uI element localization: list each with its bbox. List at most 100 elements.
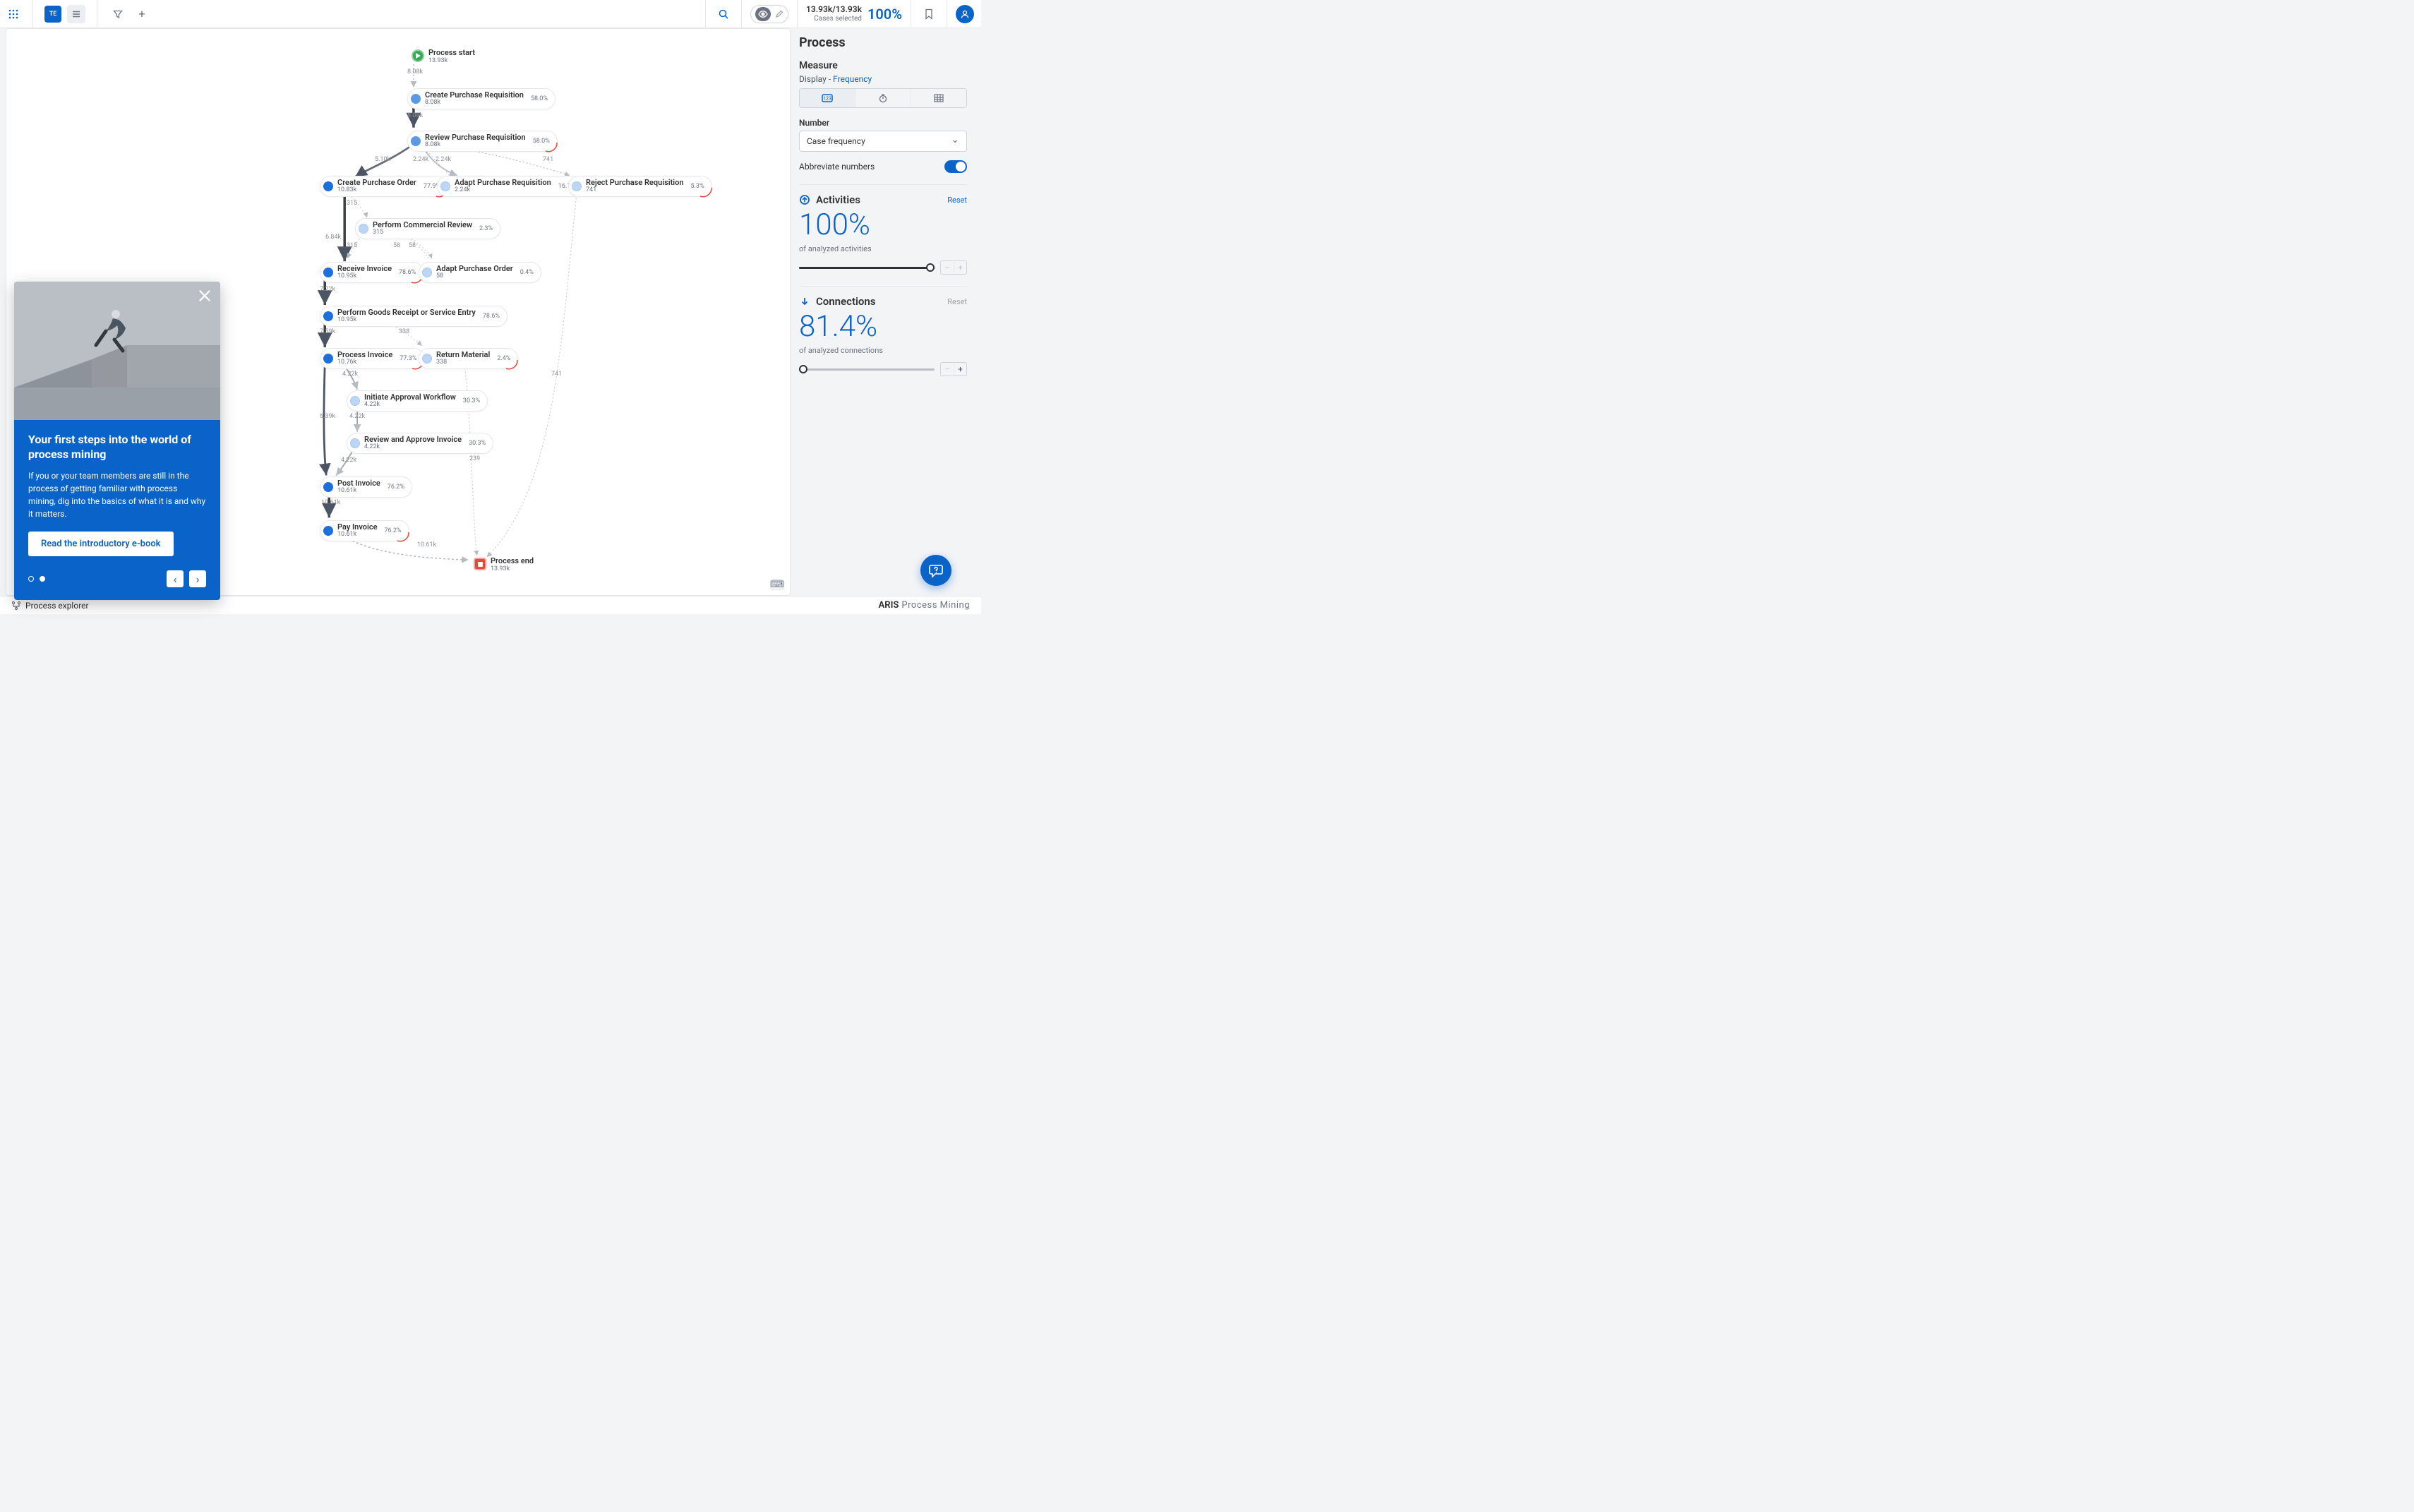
edge-label: 4.22k — [349, 413, 365, 420]
refresh-icon[interactable] — [714, 5, 733, 23]
edge-label: 5.10k — [375, 156, 390, 163]
node-dot-icon — [323, 482, 333, 492]
node-review-purchase-requisition[interactable]: Review Purchase Requisition8.08k 58.0% — [407, 131, 558, 152]
filter-icon[interactable] — [109, 5, 127, 23]
process-start-label: Process start13.93k — [428, 48, 475, 64]
edge-label: 7.22k — [320, 286, 335, 293]
pencil-icon — [775, 10, 783, 18]
connections-title: Connections — [816, 295, 875, 308]
activities-slider[interactable] — [799, 263, 935, 272]
node-process-invoice[interactable]: Process Invoice10.76k 77.3% — [320, 348, 424, 369]
edge-label: 741 — [543, 156, 553, 163]
activities-value: 100% — [799, 210, 967, 240]
abbreviate-toggle[interactable] — [944, 160, 967, 173]
node-dot-icon — [323, 311, 333, 321]
zoom-value[interactable]: 100% — [867, 6, 902, 23]
brand-label: ARISProcess Mining — [879, 600, 970, 611]
promo-cta-button[interactable]: Read the introductory e-book — [28, 532, 174, 556]
help-fab-button[interactable] — [920, 555, 951, 586]
measure-mode-time-icon[interactable] — [855, 89, 911, 107]
node-dot-icon — [350, 438, 360, 448]
measure-mode-frequency-icon[interactable]: 123 — [800, 89, 855, 107]
activities-up-icon — [799, 194, 810, 205]
process-end-icon — [474, 558, 486, 570]
edge-label: 315 — [347, 200, 357, 207]
node-dot-icon — [440, 181, 450, 191]
promo-headline: Your first steps into the world of proce… — [28, 433, 206, 462]
edge-label: 8.08k — [407, 68, 423, 76]
edge-label: 10.61k — [321, 499, 340, 506]
node-return-material[interactable]: Return Material338 2.4% — [419, 348, 518, 369]
node-pay-invoice[interactable]: Pay Invoice10.61k 76.2% — [320, 520, 409, 541]
promo-body-text: If you or your team members are still in… — [28, 469, 206, 520]
edge-label: 58 — [393, 242, 400, 249]
footer-tab-process-explorer[interactable]: Process explorer — [11, 601, 89, 611]
connections-increment[interactable]: + — [954, 363, 966, 376]
connections-decrement[interactable]: − — [941, 363, 954, 376]
activities-reset-link[interactable]: Reset — [947, 196, 967, 205]
edge-label: 338 — [399, 328, 409, 335]
connections-slider[interactable] — [799, 364, 935, 374]
display-indicator: Display - Frequency — [799, 74, 967, 84]
activities-increment[interactable]: + — [954, 261, 966, 274]
node-dot-icon — [422, 268, 432, 277]
node-dot-icon — [411, 136, 421, 146]
view-mode-toggle[interactable] — [750, 5, 788, 23]
edge-label: 315 — [347, 242, 357, 249]
edge-label: 6.84k — [325, 234, 341, 241]
node-dot-icon — [572, 181, 582, 191]
promo-close-icon[interactable] — [198, 289, 212, 303]
user-avatar[interactable] — [956, 5, 974, 23]
panel-title: Process — [799, 35, 967, 50]
edge-label: 8.08k — [407, 112, 423, 119]
activities-caption: of analyzed activities — [799, 244, 967, 253]
edge-label: 239 — [469, 455, 480, 462]
edge-label: 2.24k — [413, 156, 428, 163]
measure-mode-table-icon[interactable] — [911, 89, 966, 107]
activities-decrement[interactable]: − — [941, 261, 954, 274]
edge-label: 2.24k — [436, 156, 451, 163]
promo-image — [14, 282, 220, 420]
node-perform-goods-receipt[interactable]: Perform Goods Receipt or Service Entry10… — [320, 306, 508, 327]
node-dot-icon — [359, 224, 368, 234]
node-perform-commercial-review[interactable]: Perform Commercial Review315 2.3% — [355, 218, 500, 239]
bookmark-icon[interactable] — [920, 5, 938, 23]
node-adapt-purchase-requisition[interactable]: Adapt Purchase Requisition2.24k 16.1% — [437, 176, 583, 197]
measure-mode-segmented[interactable]: 123 — [799, 88, 967, 108]
node-adapt-purchase-order[interactable]: Adapt Purchase Order58 0.4% — [419, 262, 541, 283]
promo-prev-button[interactable]: ‹ — [167, 570, 184, 587]
promo-next-button[interactable]: › — [189, 570, 206, 587]
node-create-purchase-requisition[interactable]: Create Purchase Requisition8.08k 58.0% — [407, 88, 556, 109]
edge-label: 4.22k — [342, 371, 358, 378]
node-review-approve-invoice[interactable]: Review and Approve Invoice4.22k 30.3% — [347, 433, 493, 454]
node-dot-icon — [350, 396, 360, 406]
node-dot-icon — [323, 526, 333, 536]
edge-label: 4.22k — [341, 457, 356, 464]
node-receive-invoice[interactable]: Receive Invoice10.95k 78.6% — [320, 262, 424, 283]
promo-pagination-dots[interactable] — [28, 576, 45, 582]
node-initiate-approval-workflow[interactable]: Initiate Approval Workflow4.22k 30.3% — [347, 390, 488, 412]
abbreviate-label: Abbreviate numbers — [799, 162, 875, 172]
node-dot-icon — [422, 354, 432, 364]
edge-label: 741 — [551, 371, 562, 378]
node-reject-purchase-requisition[interactable]: Reject Purchase Requisition741 5.3% — [568, 176, 712, 197]
eye-icon — [755, 7, 771, 21]
node-post-invoice[interactable]: Post Invoice10.61k 76.2% — [320, 476, 412, 498]
edge-label: 7.59k — [320, 328, 335, 335]
menu-icon[interactable] — [67, 5, 85, 23]
number-select[interactable]: Case frequency — [799, 131, 967, 152]
node-dot-icon — [323, 268, 333, 277]
node-dot-icon — [411, 94, 421, 104]
activities-title: Activities — [816, 193, 860, 206]
number-label: Number — [799, 118, 967, 128]
add-icon[interactable]: + — [133, 5, 151, 23]
connections-caption: of analyzed connections — [799, 346, 967, 355]
project-chip[interactable]: TE — [44, 6, 61, 23]
app-grid-icon[interactable] — [6, 6, 21, 22]
canvas-keyboard-icon[interactable]: ⌨ — [770, 580, 784, 589]
edge-label: 10.61k — [417, 541, 436, 548]
connections-down-icon — [799, 296, 810, 307]
svg-text:123: 123 — [823, 96, 831, 102]
node-dot-icon — [323, 181, 333, 191]
node-create-purchase-order[interactable]: Create Purchase Order10.83k 77.9% — [320, 176, 448, 197]
